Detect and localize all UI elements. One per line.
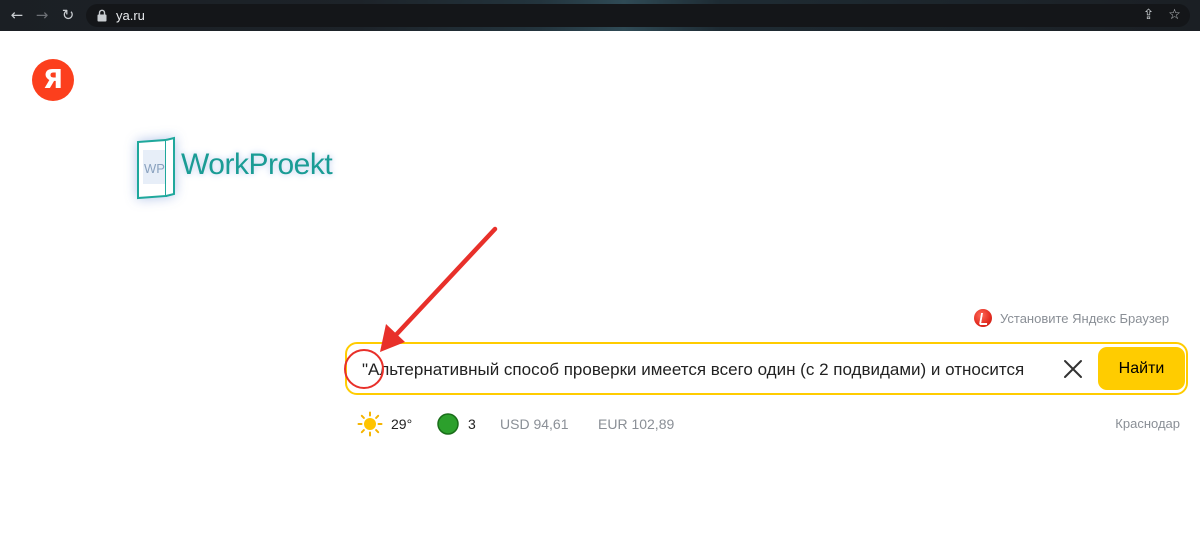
search-button[interactable]: Найти bbox=[1098, 347, 1185, 390]
browser-toolbar: ← → ↻ ya.ru ⇪ ☆ bbox=[0, 0, 1200, 31]
yandex-browser-icon bbox=[974, 309, 992, 327]
city-link[interactable]: Краснодар bbox=[1115, 416, 1180, 431]
watermark-text: WorkProekt bbox=[181, 148, 333, 181]
share-icon[interactable]: ⇪ bbox=[1140, 7, 1157, 24]
traffic-informer[interactable]: 3 bbox=[437, 412, 476, 436]
informers-bar: 29° 3 USD 94,61 EUR 102,89 Краснодар bbox=[357, 411, 1180, 437]
eur-rate[interactable]: EUR 102,89 bbox=[598, 412, 674, 436]
install-browser-link[interactable]: Установите Яндекс Браузер bbox=[974, 308, 1169, 328]
search-input[interactable]: "Альтернативный способ проверки имеется … bbox=[362, 358, 1046, 382]
traffic-light-icon bbox=[437, 413, 459, 435]
annotation-overlay bbox=[344, 226, 498, 389]
weather-informer[interactable]: 29° bbox=[357, 411, 412, 437]
reload-icon[interactable]: ↻ bbox=[59, 6, 77, 24]
search-box[interactable]: "Альтернативный способ проверки имеется … bbox=[345, 342, 1188, 395]
back-icon[interactable]: ← bbox=[8, 6, 26, 24]
address-bar[interactable]: ya.ru ⇪ ☆ bbox=[86, 4, 1190, 27]
url-text[interactable]: ya.ru bbox=[116, 7, 145, 24]
workproekt-watermark: WP WorkProekt bbox=[128, 128, 348, 214]
annotation-arrow-line bbox=[391, 226, 498, 340]
eur-rate-text[interactable]: EUR 102,89 bbox=[598, 416, 674, 432]
install-browser-text[interactable]: Установите Яндекс Браузер bbox=[1000, 311, 1169, 326]
usd-rate[interactable]: USD 94,61 bbox=[500, 412, 568, 436]
forward-icon[interactable]: → bbox=[33, 6, 51, 24]
sun-icon bbox=[357, 411, 383, 437]
lock-icon bbox=[97, 9, 107, 22]
yandex-logo[interactable]: Я bbox=[32, 59, 74, 101]
star-icon[interactable]: ☆ bbox=[1166, 7, 1183, 24]
usd-rate-text[interactable]: USD 94,61 bbox=[500, 416, 568, 432]
weather-value[interactable]: 29° bbox=[391, 416, 412, 432]
close-icon[interactable] bbox=[1061, 357, 1085, 381]
book-icon: WP bbox=[137, 136, 175, 200]
wp-mark: WP bbox=[144, 161, 165, 176]
traffic-value[interactable]: 3 bbox=[468, 416, 476, 432]
